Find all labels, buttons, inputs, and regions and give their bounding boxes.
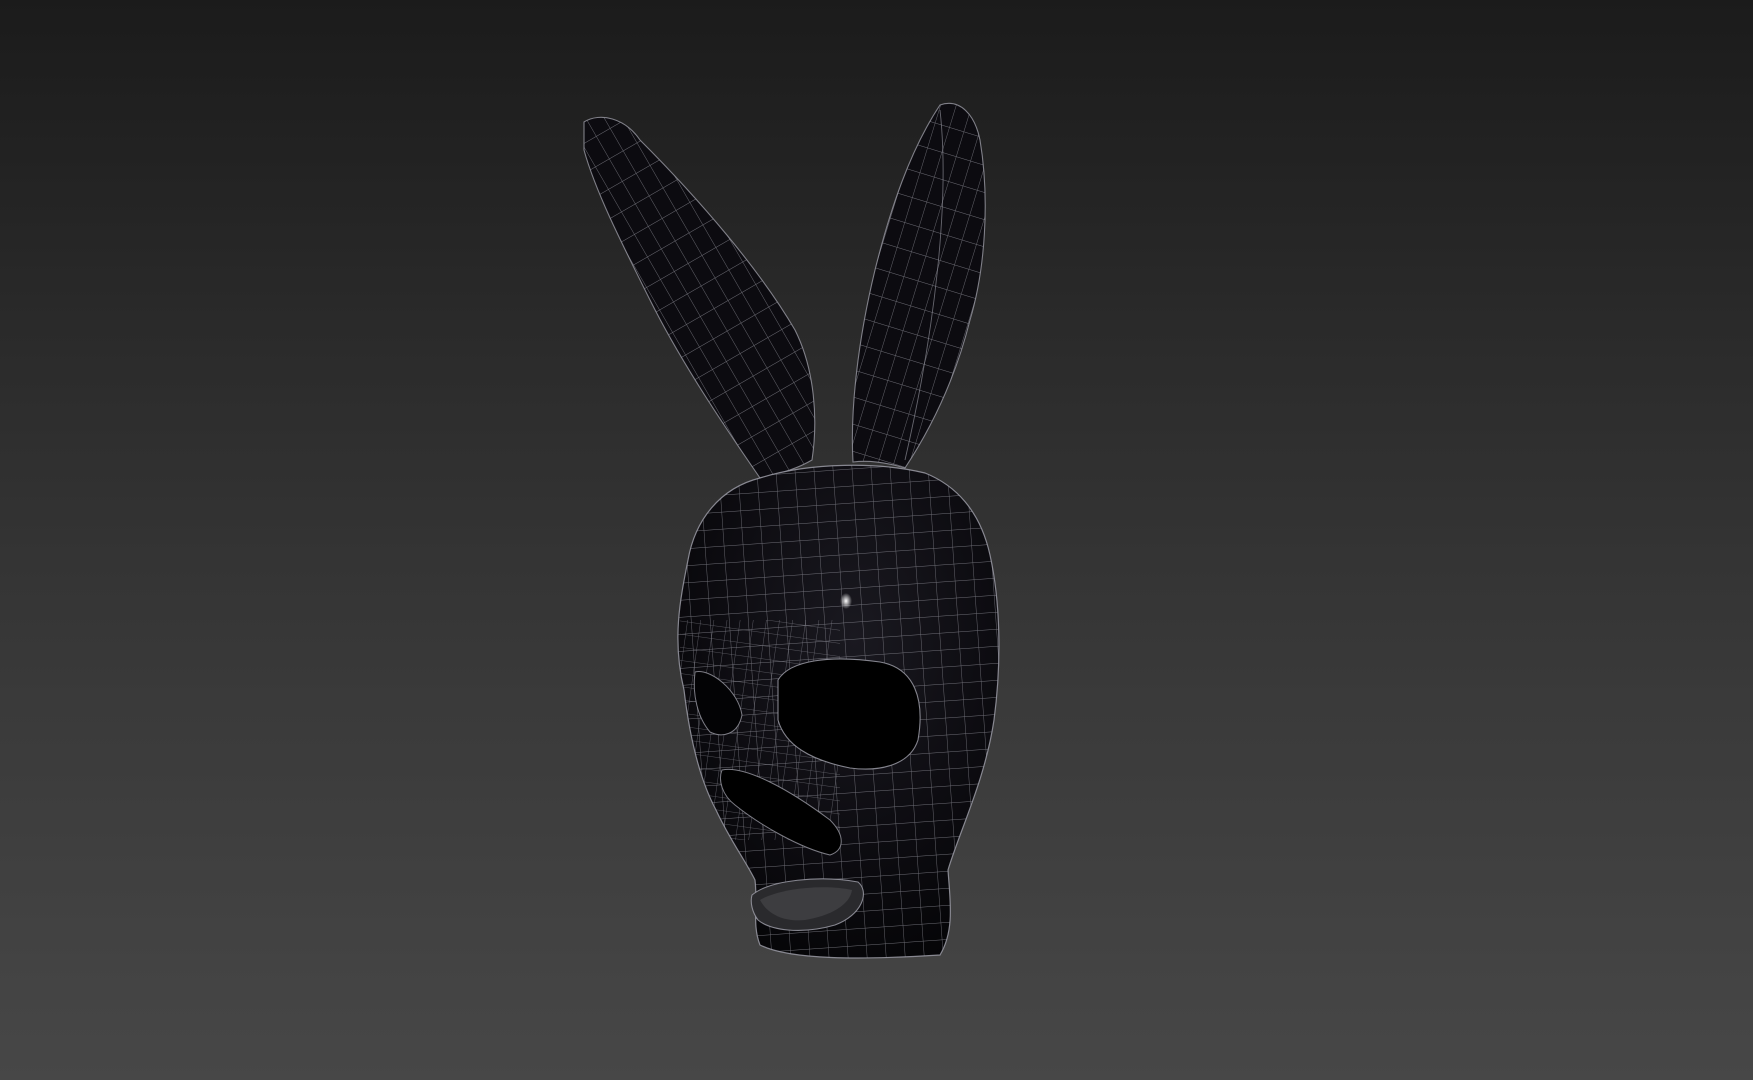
specular-highlight: [840, 593, 852, 609]
3d-viewport[interactable]: [0, 0, 1753, 1080]
left-ear: [583, 116, 816, 479]
right-ear: [851, 102, 986, 469]
bunny-mask-model[interactable]: [0, 0, 1753, 1080]
